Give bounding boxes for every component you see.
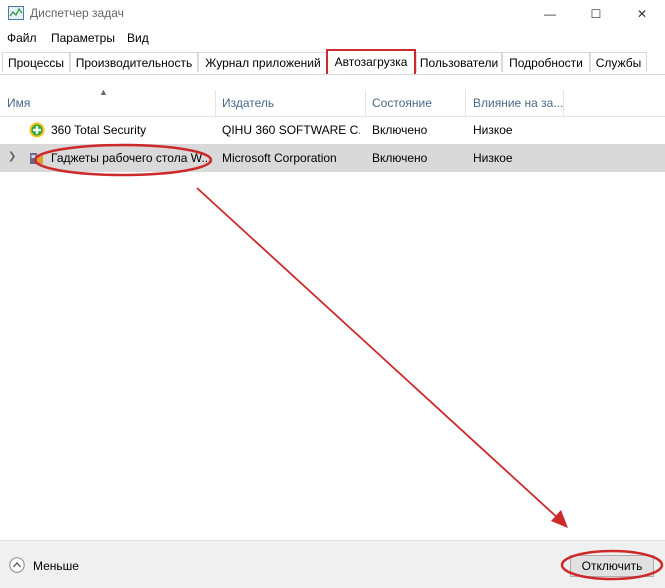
table-row[interactable]: 360 Total Security QIHU 360 SOFTWARE C..… [0,116,665,144]
column-impact[interactable]: Влияние на за... [473,96,563,110]
row-impact: Низкое [473,123,513,137]
row-name: Гаджеты рабочего стола W... [51,151,211,165]
tab-details[interactable]: Подробности [502,52,590,72]
minimize-button[interactable]: — [527,0,573,28]
row-status: Включено [372,123,428,137]
tab-processes[interactable]: Процессы [2,52,70,72]
expand-chevron-icon[interactable]: ❯ [8,151,16,162]
menu-bar: Файл Параметры Вид [0,28,665,48]
row-status: Включено [372,151,428,165]
minimize-icon: — [544,7,556,21]
annotation-arrow-head [551,510,568,528]
column-divider[interactable] [563,90,564,116]
close-button[interactable]: ✕ [619,0,665,28]
tab-strip: Процессы Производительность Журнал прило… [0,48,665,75]
tab-app-history[interactable]: Журнал приложений [198,52,328,72]
annotation-arrow-line [196,187,561,521]
table-row[interactable]: ❯ Гаджеты рабочего стола W... Microsoft … [0,144,665,172]
column-publisher[interactable]: Издатель [222,96,274,110]
task-manager-icon [8,6,24,20]
close-icon: ✕ [636,7,648,21]
row-publisher: QIHU 360 SOFTWARE C... [222,123,360,137]
gadgets-icon [30,153,43,164]
tab-performance[interactable]: Производительность [70,52,198,72]
tab-services[interactable]: Службы [590,52,647,72]
window-title: Диспетчер задач [30,6,124,20]
row-name: 360 Total Security [51,123,147,137]
row-publisher: Microsoft Corporation [222,151,337,165]
chevron-up-circle-icon[interactable] [9,557,25,573]
360-shield-icon [29,122,45,138]
column-divider[interactable] [365,90,366,116]
column-divider[interactable] [215,90,216,116]
maximize-button[interactable]: ☐ [573,0,619,28]
menu-options[interactable]: Параметры [51,31,115,45]
column-divider[interactable] [465,90,466,116]
menu-view[interactable]: Вид [127,31,149,45]
row-impact: Низкое [473,151,513,165]
sort-up-icon: ▲ [99,87,108,97]
title-bar: Диспетчер задач — ☐ ✕ [0,0,665,28]
column-name[interactable]: Имя [7,96,30,110]
tab-startup[interactable]: Автозагрузка [326,49,416,74]
fewer-details-link[interactable]: Меньше [33,559,79,573]
footer-bar: Меньше Отключить [0,540,665,588]
maximize-icon: ☐ [590,7,602,21]
tab-users[interactable]: Пользователи [416,52,502,72]
table-header: ▲ Имя Издатель Состояние Влияние на за..… [0,87,665,117]
column-status[interactable]: Состояние [372,96,432,110]
disable-button[interactable]: Отключить [570,555,654,577]
menu-file[interactable]: Файл [7,31,37,45]
